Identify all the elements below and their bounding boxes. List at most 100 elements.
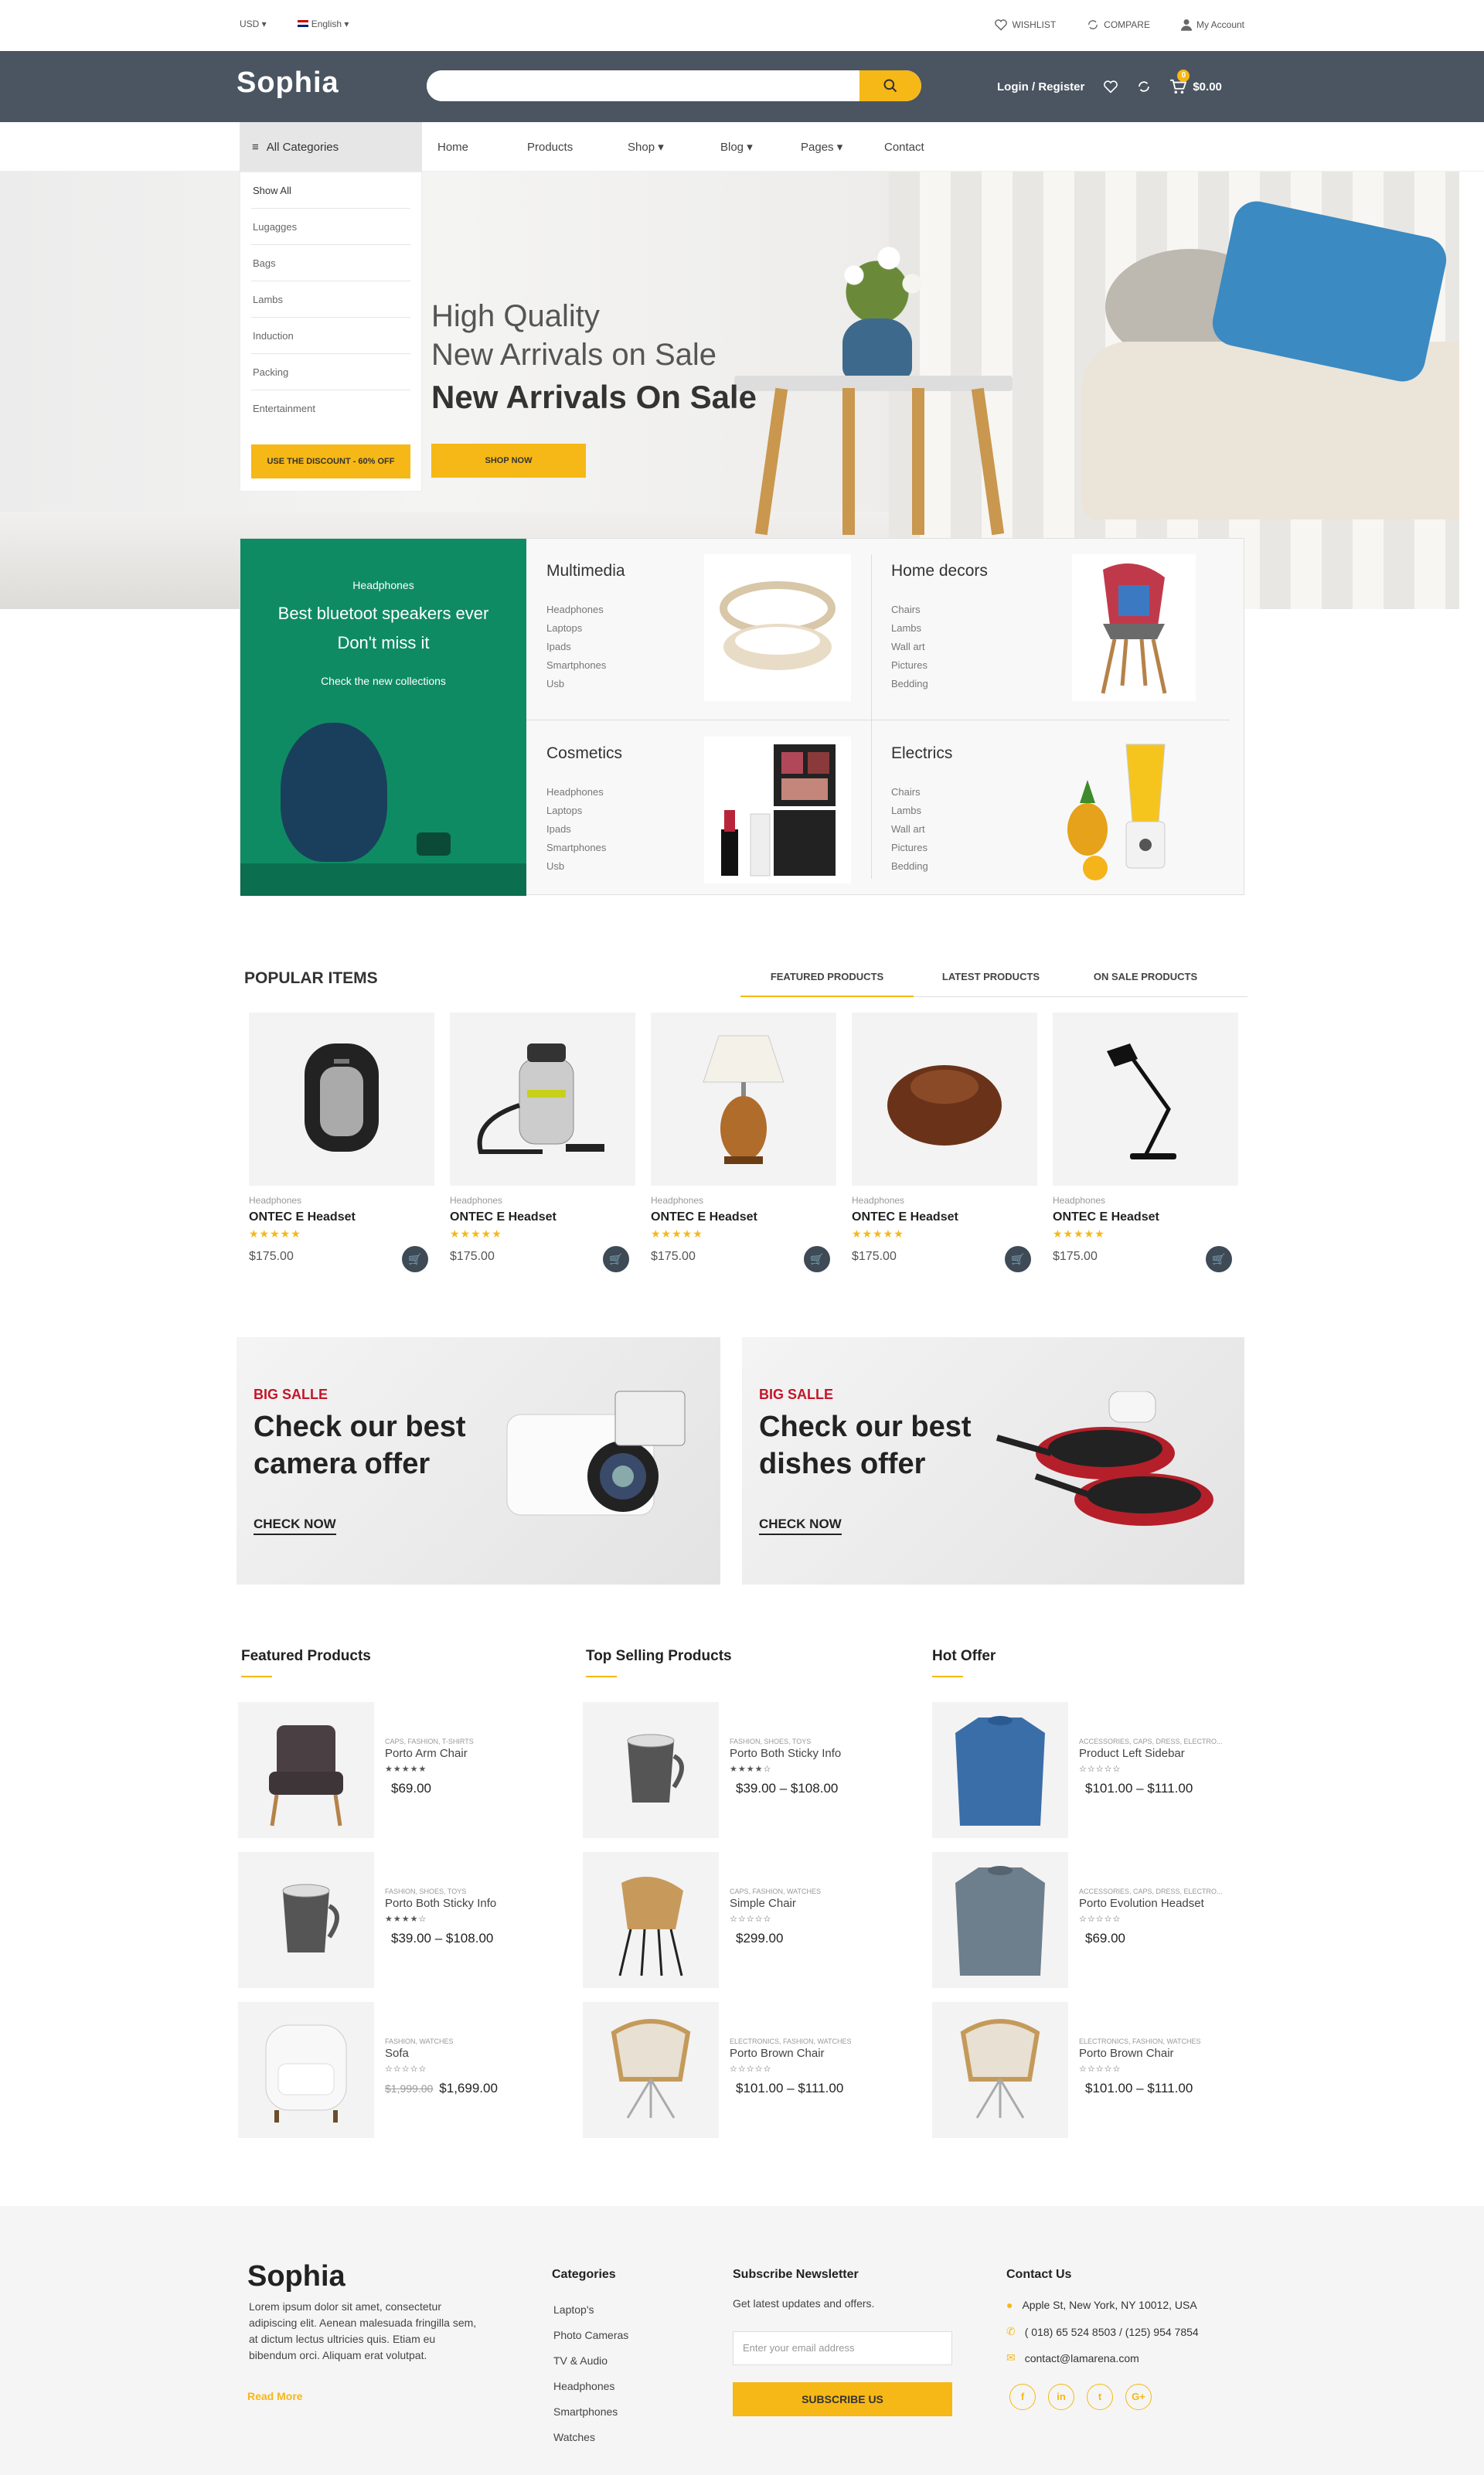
category-menu-item[interactable]: Induction xyxy=(251,318,410,354)
nav-pages[interactable]: Pages ▾ xyxy=(801,140,884,154)
all-categories-button[interactable]: ≡ All Categories xyxy=(240,122,422,172)
compare-link[interactable]: COMPARE xyxy=(1087,19,1150,31)
nav-shop[interactable]: Shop ▾ xyxy=(628,140,720,154)
brown-chair-image[interactable] xyxy=(583,2002,719,2138)
category-link[interactable]: Bedding xyxy=(891,675,928,693)
category-link[interactable]: Lambs xyxy=(891,619,928,638)
twitter-icon[interactable]: t xyxy=(1087,2384,1113,2410)
tab-latest-products[interactable]: LATEST PRODUCTS xyxy=(914,969,1068,997)
subscribe-button[interactable]: SUBSCRIBE US xyxy=(733,2382,952,2416)
product-name[interactable]: ONTEC E Headset xyxy=(450,1210,635,1224)
camera-offer-banner[interactable]: BIG SALLE Check our best camera offer CHE… xyxy=(237,1337,720,1585)
category-link[interactable]: Pictures xyxy=(891,839,928,857)
facebook-icon[interactable]: f xyxy=(1009,2384,1036,2410)
footer-category-link[interactable]: Photo Cameras xyxy=(553,2323,628,2348)
item-name[interactable]: Porto Brown Chair xyxy=(1079,2047,1174,2060)
category-title[interactable]: Cosmetics xyxy=(546,744,622,763)
bean-bag-image[interactable] xyxy=(852,1013,1037,1186)
category-menu-item[interactable]: Lugagges xyxy=(251,209,410,245)
footer-category-link[interactable]: TV & Audio xyxy=(553,2348,628,2374)
compare-button[interactable] xyxy=(1137,80,1151,94)
tab-featured-products[interactable]: FEATURED PRODUCTS xyxy=(740,969,914,997)
wishlist-button[interactable] xyxy=(1103,80,1118,94)
item-name[interactable]: Porto Both Sticky Info xyxy=(385,1897,496,1910)
add-to-cart-button[interactable]: 🛒 xyxy=(603,1246,629,1272)
list-item[interactable]: ELECTRONICS, FASHION, WATCHES Porto Brow… xyxy=(583,2002,892,2140)
category-menu-item[interactable]: Entertainment xyxy=(251,390,410,427)
category-link[interactable]: Laptops xyxy=(546,802,606,820)
promo-link[interactable]: Check the new collections xyxy=(240,675,526,687)
product-name[interactable]: ONTEC E Headset xyxy=(249,1210,434,1224)
linkedin-icon[interactable]: in xyxy=(1048,2384,1074,2410)
nav-products[interactable]: Products xyxy=(527,141,628,154)
product-card[interactable]: Headphones ONTEC E Headset ★★★★★ $175.00… xyxy=(852,1013,1037,1272)
category-link[interactable]: Lambs xyxy=(891,802,928,820)
category-link[interactable]: Laptops xyxy=(546,619,606,638)
category-link[interactable]: Wall art xyxy=(891,820,928,839)
cart-button[interactable]: 0 $0.00 xyxy=(1169,70,1222,94)
item-name[interactable]: Simple Chair xyxy=(730,1897,796,1910)
site-logo[interactable]: Sophia xyxy=(237,66,339,100)
category-link[interactable]: Ipads xyxy=(546,638,606,656)
category-menu-item[interactable]: Show All xyxy=(251,172,410,209)
currency-selector[interactable]: USD ▾ xyxy=(240,19,267,29)
category-cell-home-decors[interactable]: Home decors Chairs Lambs Wall art Pictur… xyxy=(871,539,1214,701)
product-name[interactable]: ONTEC E Headset xyxy=(651,1210,836,1224)
dishes-offer-banner[interactable]: BIG SALLE Check our best dishes offer CHE… xyxy=(742,1337,1244,1585)
google-plus-icon[interactable]: G+ xyxy=(1125,2384,1152,2410)
category-menu-item[interactable]: Packing xyxy=(251,354,410,390)
item-name[interactable]: Porto Evolution Headset xyxy=(1079,1897,1204,1910)
footer-category-link[interactable]: Smartphones xyxy=(553,2399,628,2425)
add-to-cart-button[interactable]: 🛒 xyxy=(1005,1246,1031,1272)
category-link[interactable]: Usb xyxy=(546,675,606,693)
footer-category-link[interactable]: Headphones xyxy=(553,2374,628,2399)
list-item[interactable]: ELECTRONICS, FASHION, WATCHES Porto Brow… xyxy=(932,2002,1241,2140)
category-link[interactable]: Chairs xyxy=(891,783,928,802)
category-link[interactable]: Ipads xyxy=(546,820,606,839)
search-input[interactable] xyxy=(427,70,859,101)
list-item[interactable]: CAPS, FASHION, WATCHES Simple Chair ☆☆☆☆… xyxy=(583,1852,892,1990)
arm-chair-image[interactable] xyxy=(238,1702,374,1838)
footer-category-link[interactable]: Laptop's xyxy=(553,2297,628,2323)
table-lamp-image[interactable] xyxy=(651,1013,836,1186)
account-link[interactable]: My Account xyxy=(1180,19,1244,31)
blue-sweater-image[interactable] xyxy=(932,1702,1068,1838)
vacuum-cleaner-image[interactable] xyxy=(450,1013,635,1186)
contact-email[interactable]: ✉ contact@lamarena.com xyxy=(1006,2351,1139,2364)
item-name[interactable]: Product Left Sidebar xyxy=(1079,1747,1185,1760)
category-link[interactable]: Smartphones xyxy=(546,839,606,857)
category-title[interactable]: Electrics xyxy=(891,744,952,763)
list-item[interactable]: FASHION, SHOES, TOYS Porto Both Sticky I… xyxy=(583,1702,892,1840)
category-menu-item[interactable]: Lambs xyxy=(251,281,410,318)
add-to-cart-button[interactable]: 🛒 xyxy=(402,1246,428,1272)
language-selector[interactable]: English ▾ xyxy=(297,19,349,29)
category-title[interactable]: Home decors xyxy=(891,562,988,580)
category-link[interactable]: Headphones xyxy=(546,601,606,619)
category-link[interactable]: Pictures xyxy=(891,656,928,675)
search-button[interactable] xyxy=(859,70,921,101)
category-link[interactable]: Smartphones xyxy=(546,656,606,675)
check-now-link[interactable]: CHECK NOW xyxy=(759,1517,842,1535)
nav-blog[interactable]: Blog ▾ xyxy=(720,140,801,154)
footer-category-link[interactable]: Watches xyxy=(553,2425,628,2450)
discount-button[interactable]: USE THE DISCOUNT - 60% OFF xyxy=(251,444,410,478)
product-card[interactable]: Headphones ONTEC E Headset ★★★★★ $175.00… xyxy=(450,1013,635,1272)
category-cell-cosmetics[interactable]: Cosmetics Headphones Laptops Ipads Smart… xyxy=(526,721,870,883)
read-more-link[interactable]: Read More xyxy=(247,2390,303,2402)
list-item[interactable]: ACCESSORIES, CAPS, DRESS, ELECTRO... Por… xyxy=(932,1852,1241,1990)
product-card[interactable]: Headphones ONTEC E Headset ★★★★★ $175.00… xyxy=(249,1013,434,1272)
simple-chair-image[interactable] xyxy=(583,1852,719,1988)
newsletter-email-input[interactable]: Enter your email address xyxy=(733,2331,952,2365)
promo-box[interactable]: Headphones Best bluetoot speakers ever D… xyxy=(240,539,526,896)
wishlist-link[interactable]: WISHLIST xyxy=(994,19,1056,31)
product-name[interactable]: ONTEC E Headset xyxy=(852,1210,1037,1224)
list-item[interactable]: FASHION, SHOES, TOYS Porto Both Sticky I… xyxy=(238,1852,547,1990)
shop-now-button[interactable]: SHOP NOW xyxy=(431,444,586,478)
mug-image[interactable] xyxy=(583,1702,719,1838)
category-link[interactable]: Bedding xyxy=(891,857,928,876)
category-title[interactable]: Multimedia xyxy=(546,562,625,580)
item-name[interactable]: Porto Arm Chair xyxy=(385,1747,468,1760)
nav-home[interactable]: Home xyxy=(437,141,527,154)
login-register-link[interactable]: Login / Register xyxy=(997,80,1084,94)
grey-sweater-image[interactable] xyxy=(932,1852,1068,1988)
